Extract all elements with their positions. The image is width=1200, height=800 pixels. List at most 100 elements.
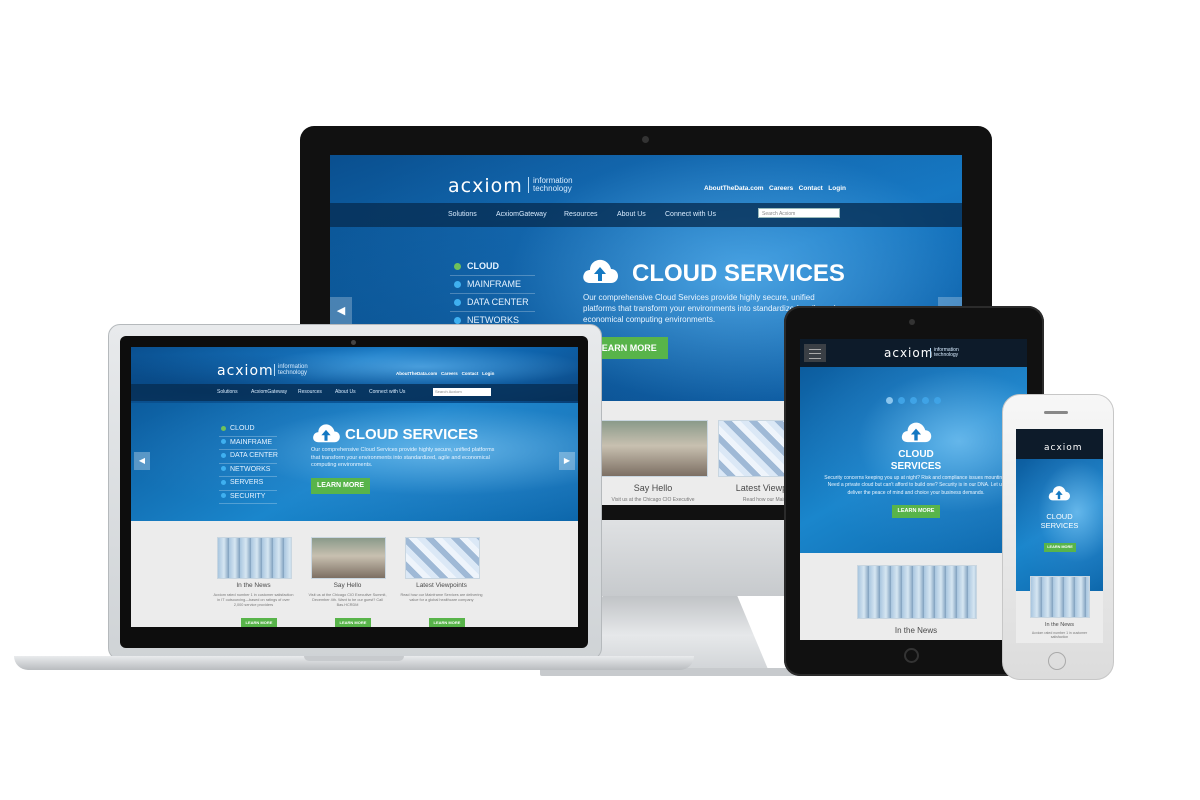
logo-tagline: information technology [930, 348, 959, 358]
dot-icon [221, 493, 226, 499]
nav-connect[interactable]: Connect with Us [369, 389, 405, 395]
chevron-left-icon: ◀ [138, 456, 146, 465]
card-say-hello-button[interactable]: LEARN MORE [335, 618, 371, 627]
menu-button[interactable] [804, 344, 826, 362]
logo-wordmark[interactable]: acxiom [884, 346, 933, 360]
cloud-upload-icon [901, 422, 932, 443]
logo-wordmark[interactable]: acxiom [217, 363, 274, 379]
card-body-news: Acxiom rated number 1 in customer satisf… [213, 593, 294, 608]
cloud-upload-icon [1048, 486, 1070, 501]
phone-speaker [1044, 411, 1068, 414]
card-body-latest: Read how our Mainframe Services are deli… [400, 593, 483, 603]
top-link-careers[interactable]: Careers [769, 185, 793, 192]
dot-icon[interactable] [886, 397, 893, 404]
sidebar-item-cloud[interactable]: CLOUD [219, 423, 277, 437]
card-title-news: In the News [1044, 622, 1075, 628]
card-image-news [1030, 576, 1090, 618]
card-body-news: Acxiom rated number 1 in customer satisf… [1031, 631, 1088, 639]
logo-wordmark: acxiom [448, 175, 523, 197]
card-image-latest [405, 537, 480, 579]
sidebar-item-networks[interactable]: NETWORKS [219, 464, 277, 477]
card-image-say-hello [311, 537, 386, 579]
learn-more-button[interactable]: LEARN MORE [311, 478, 370, 494]
nav-resources[interactable]: Resources [298, 389, 322, 395]
phone-home-button[interactable] [1048, 652, 1066, 670]
laptop-screen: acxiom information technology AboutTheDa… [131, 347, 578, 627]
nav-acxiomgateway[interactable]: AcxiomGateway [496, 211, 547, 218]
top-links: AboutTheData.com Careers Contact Login [704, 185, 846, 192]
chevron-right-icon: ▶ [563, 456, 571, 465]
nav-connect[interactable]: Connect with Us [665, 211, 716, 218]
card-title-say-hello: Say Hello [633, 483, 673, 493]
sidebar-item-mainframe[interactable]: MAINFRAME [219, 437, 277, 450]
sidebar-list: CLOUD MAINFRAME DATA CENTER NETWORKS SER… [219, 423, 278, 504]
top-link-login[interactable]: Login [828, 185, 846, 192]
dot-icon [454, 299, 461, 307]
carousel-prev-button[interactable]: ◀ [134, 452, 150, 470]
card-title-news: In the News [236, 582, 271, 589]
hero-body: Security concerns keeping you up at nigh… [824, 475, 1008, 496]
hero-title: CLOUD SERVICES [345, 426, 479, 443]
top-link-contact[interactable]: Contact [462, 371, 479, 376]
top-link-contact[interactable]: Contact [799, 185, 823, 192]
nav-acxiomgateway[interactable]: AcxiomGateway [251, 389, 287, 395]
tablet-camera [909, 319, 915, 325]
nav-resources[interactable]: Resources [564, 211, 597, 218]
sidebar-item-data-center[interactable]: DATA CENTER [450, 294, 535, 312]
tablet-home-button[interactable] [904, 648, 919, 663]
hamburger-icon [809, 349, 821, 359]
card-latest-button[interactable]: LEARN MORE [429, 618, 465, 627]
card-body-say-hello: Visit us at the Chicago CIO Executive Su… [308, 593, 387, 608]
card-title-news: In the News [894, 626, 938, 635]
hero-title: CLOUD SERVICES [632, 260, 845, 287]
sidebar-item-servers[interactable]: SERVERS [219, 477, 277, 491]
chevron-left-icon: ◀ [336, 305, 346, 317]
nav-solutions[interactable]: Solutions [217, 389, 238, 395]
card-image-news [857, 565, 977, 619]
top-link-login[interactable]: Login [482, 371, 494, 376]
sidebar-list: CLOUD MAINFRAME DATA CENTER NETWORKS [450, 258, 535, 330]
dot-icon [221, 425, 226, 431]
main-nav: Solutions AcxiomGateway Resources About … [330, 203, 962, 227]
top-link-aboutthedata[interactable]: AboutTheData.com [704, 185, 764, 192]
card-body-say-hello: Visit us at the Chicago CIO Executive [611, 497, 695, 503]
dot-icon[interactable] [910, 397, 917, 404]
logo[interactable]: acxiom [448, 175, 523, 197]
logo-tagline: information technology [274, 364, 308, 376]
laptop-camera [351, 340, 356, 345]
laptop-notch [304, 656, 404, 661]
main-nav: Solutions AcxiomGateway Resources About … [131, 384, 578, 401]
sidebar-item-security[interactable]: SECURITY [219, 491, 277, 504]
sidebar-item-cloud[interactable]: CLOUD [450, 258, 535, 276]
card-news-button[interactable]: LEARN MORE [241, 618, 277, 627]
search-input[interactable]: Search Acxiom [433, 388, 491, 396]
nav-about-us[interactable]: About Us [617, 211, 646, 218]
cloud-upload-icon [313, 424, 340, 443]
carousel-prev-button[interactable]: ◀ [330, 297, 352, 325]
top-link-aboutthedata[interactable]: AboutTheData.com [396, 371, 437, 376]
carousel-next-button[interactable]: ▶ [559, 452, 575, 470]
top-link-careers[interactable]: Careers [441, 371, 458, 376]
learn-more-button[interactable]: LEARN MORE [1044, 543, 1076, 552]
logo-tagline: information technology [528, 177, 573, 193]
dot-icon[interactable] [922, 397, 929, 404]
hero-title: CLOUD SERVICES [890, 449, 942, 472]
nav-about-us[interactable]: About Us [335, 389, 356, 395]
search-input[interactable]: Search Acxiom [758, 208, 840, 218]
hero-body: Our comprehensive Cloud Services provide… [311, 447, 495, 469]
sidebar-item-mainframe[interactable]: MAINFRAME [450, 276, 535, 294]
logo-wordmark[interactable]: acxiom [1044, 443, 1083, 453]
cloud-upload-icon [583, 259, 618, 283]
tablet-screen: acxiom information technology CLOUD SERV… [800, 339, 1027, 640]
hero-title: CLOUD SERVICES [1040, 512, 1079, 530]
phone-screen: acxiom CLOUD SERVICES LEARN MORE In the … [1016, 429, 1103, 643]
dot-icon[interactable] [934, 397, 941, 404]
learn-more-button[interactable]: LEARN MORE [892, 505, 940, 518]
nav-solutions[interactable]: Solutions [448, 211, 477, 218]
sidebar-item-data-center[interactable]: DATA CENTER [219, 450, 278, 464]
monitor-camera [642, 136, 649, 143]
dot-icon [221, 479, 226, 485]
card-image-news [217, 537, 292, 579]
dot-icon[interactable] [898, 397, 905, 404]
card-image-say-hello [600, 420, 708, 477]
